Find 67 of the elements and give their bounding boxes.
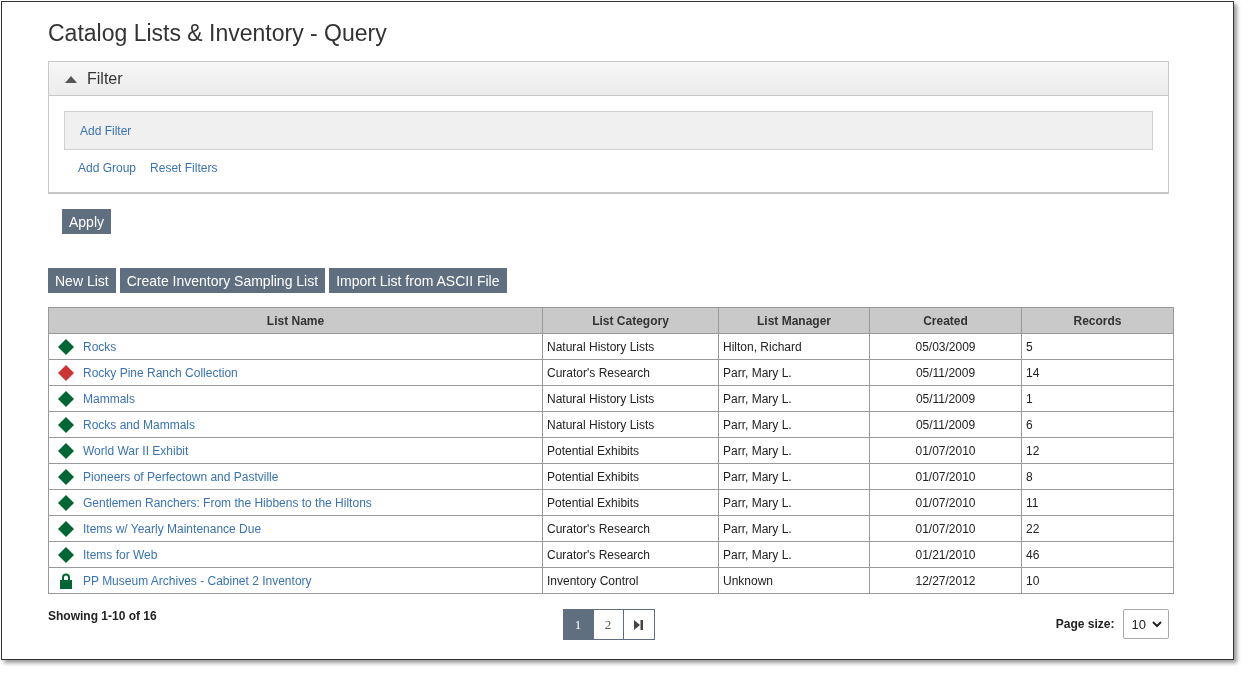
list-manager-cell: Parr, Mary L. [718,385,870,412]
list-manager-cell: Parr, Mary L. [718,359,870,386]
created-date-cell: 12/27/2012 [869,567,1022,594]
list-manager-cell: Parr, Mary L. [718,437,870,464]
page-title: Catalog Lists & Inventory - Query [48,20,388,47]
toolbar-button[interactable]: New List [48,268,116,293]
list-category-cell: Curator's Research [542,541,719,568]
filter-link[interactable]: Reset Filters [150,161,218,175]
list-manager-cell: Parr, Mary L. [718,541,870,568]
list-name-link[interactable]: Mammals [83,391,135,406]
column-header[interactable]: Created [869,307,1022,334]
dropdown-caret-icon [1152,620,1162,628]
list-manager-cell: Unknown [718,567,870,594]
list-manager-cell: Parr, Mary L. [718,411,870,438]
list-category-cell: Curator's Research [542,515,719,542]
records-count-cell: 1 [1021,385,1174,412]
list-category-cell: Curator's Research [542,359,719,386]
list-name-link[interactable]: Rocky Pine Ranch Collection [83,365,238,380]
list-name-link[interactable]: World War II Exhibit [83,443,189,458]
list-category-cell: Natural History Lists [542,411,719,438]
list-manager-cell: Parr, Mary L. [718,489,870,516]
list-manager-cell: Parr, Mary L. [718,515,870,542]
last-page-icon [634,619,643,630]
list-category-cell: Inventory Control [542,567,719,594]
column-header[interactable]: List Manager [718,307,870,334]
records-count-cell: 46 [1021,541,1174,568]
page-size-label: Page size: [1055,617,1115,631]
filter-title: Filter [87,69,123,88]
records-count-cell: 11 [1021,489,1174,516]
created-date-cell: 01/07/2010 [869,489,1022,516]
list-category-cell: Natural History Lists [542,333,719,360]
created-date-cell: 05/11/2009 [869,411,1022,438]
created-date-cell: 01/21/2010 [869,541,1022,568]
page-size-select[interactable]: 10 [1122,609,1169,639]
toolbar-button[interactable]: Create Inventory Sampling List [119,268,326,293]
showing-count: Showing 1-10 of 16 [48,609,158,623]
list-category-cell: Natural History Lists [542,385,719,412]
list-category-cell: Potential Exhibits [542,437,719,464]
created-date-cell: 01/07/2010 [869,463,1022,490]
created-date-cell: 05/11/2009 [869,359,1022,386]
page-button[interactable]: 1 [563,610,594,639]
toolbar-button[interactable]: Import List from ASCII File [329,268,507,293]
filter-link[interactable]: Add Group [78,161,137,175]
records-count-cell: 6 [1021,411,1174,438]
list-manager-cell: Parr, Mary L. [718,463,870,490]
records-count-cell: 14 [1021,359,1174,386]
list-manager-cell: Hilton, Richard [718,333,870,360]
column-header[interactable]: List Name [48,307,543,334]
records-count-cell: 10 [1021,567,1174,594]
created-date-cell: 01/07/2010 [869,515,1022,542]
records-count-cell: 12 [1021,437,1174,464]
created-date-cell: 05/03/2009 [869,333,1022,360]
column-header[interactable]: List Category [542,307,719,334]
list-category-cell: Potential Exhibits [542,489,719,516]
records-count-cell: 8 [1021,463,1174,490]
list-name-link[interactable]: Items for Web [83,547,158,562]
records-count-cell: 22 [1021,515,1174,542]
column-header[interactable]: Records [1021,307,1174,334]
list-category-cell: Potential Exhibits [542,463,719,490]
list-name-link[interactable]: Rocks [83,339,117,354]
created-date-cell: 01/07/2010 [869,437,1022,464]
filter-header[interactable]: Filter [49,62,1168,96]
list-name-link[interactable]: Rocks and Mammals [83,417,196,432]
created-date-cell: 05/11/2009 [869,385,1022,412]
records-count-cell: 5 [1021,333,1174,360]
add-filter-link[interactable]: Add Filter [80,123,132,138]
apply-button[interactable]: Apply [62,209,112,234]
